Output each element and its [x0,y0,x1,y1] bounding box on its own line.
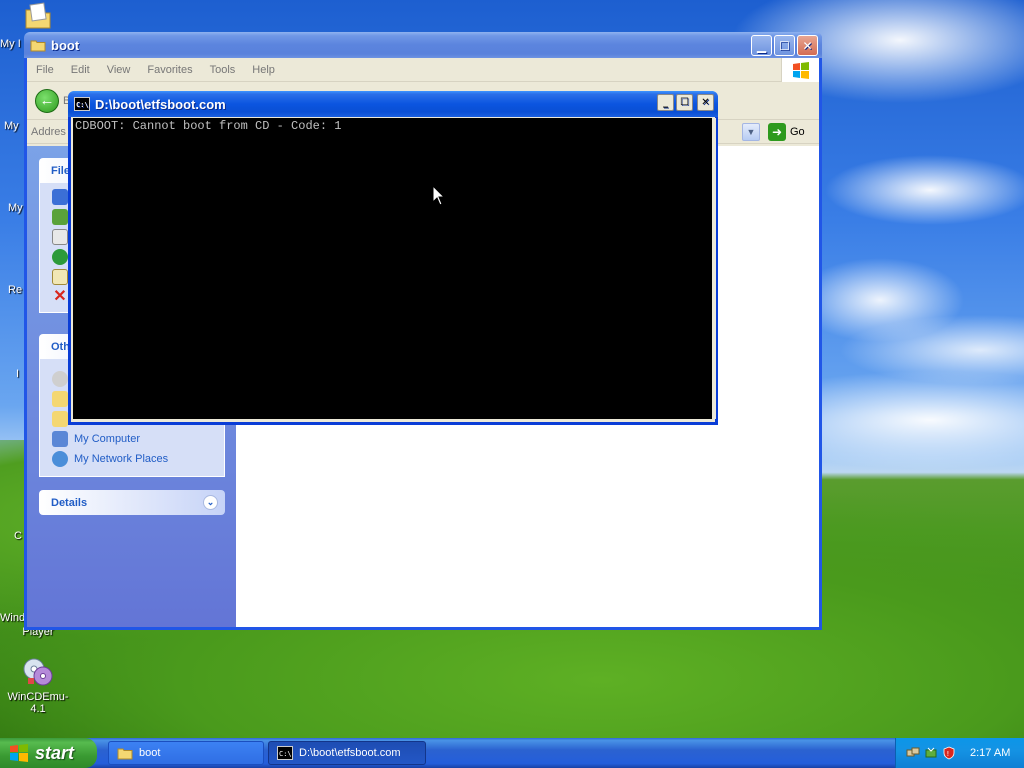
email-icon [52,269,68,285]
folder-icon [117,748,133,760]
my-computer-link[interactable]: My Computer [52,429,212,449]
details-header[interactable]: Details ⌄ [39,490,225,515]
console-titlebar[interactable]: C:\ D:\boot\etfsboot.com _ ☐ ✕ [68,91,718,117]
system-tray: ! 2:17 AM [895,738,1024,768]
maximize-button[interactable]: ☐ [774,35,795,56]
go-arrow-icon: ➜ [768,123,786,141]
chevron-down-icon: ▼ [746,127,756,137]
security-shield-icon[interactable]: ! [942,746,956,760]
maximize-icon: ☐ [680,97,689,108]
console-minimize-button[interactable]: _ [657,94,674,111]
svg-text:C:\: C:\ [279,750,292,758]
taskbar: start boot C:\ D:\boot\etfsboot.com ! 2:… [0,738,1024,768]
console-title: D:\boot\etfsboot.com [95,96,226,112]
explorer-titlebar[interactable]: boot ▁ ☐ ✕ [24,32,822,58]
explorer-menubar: File Edit View Favorites Tools Help [27,58,819,82]
svg-text:!: ! [947,750,950,758]
desktop-icon-wincdemu-label: WinCDEmu-4.1 [7,691,69,715]
desktop-icon-wincdemu[interactable]: WinCDEmu-4.1 [0,656,76,715]
folder-icon [52,411,68,427]
my-documents-icon [22,0,54,32]
windows-logo-icon [781,58,819,82]
rename-icon [52,189,68,205]
menu-favorites[interactable]: Favorites [147,64,192,76]
explorer-title: boot [51,37,80,53]
expand-chevron-icon[interactable]: ⌄ [203,495,218,510]
my-network-places-link[interactable]: My Network Places [52,449,212,469]
address-dropdown-button[interactable]: ▼ [742,123,760,141]
folder-icon [30,40,46,52]
desktop-icon-label-7[interactable]: Wind [0,612,26,624]
svg-text:C:\: C:\ [76,101,89,109]
close-icon: ✕ [802,38,813,53]
delete-icon: ✕ [53,288,67,305]
start-label: start [35,742,75,763]
console-window[interactable]: C:\ D:\boot\etfsboot.com _ ☐ ✕ CDBOOT: C… [68,91,718,425]
address-label: Addres [31,125,66,138]
publish-web-icon [52,249,68,265]
console-maximize-button[interactable]: ☐ [676,94,693,111]
console-border [712,118,716,419]
command-prompt-icon: C:\ [74,97,90,111]
folder-icon [52,391,68,407]
menu-help[interactable]: Help [252,64,275,76]
menu-file[interactable]: File [36,64,54,76]
network-places-icon [52,451,68,467]
taskbar-item-boot[interactable]: boot [108,741,264,765]
menu-view[interactable]: View [107,64,131,76]
go-button[interactable]: ➜ Go [768,123,805,141]
minimize-icon: _ [663,97,668,108]
back-button[interactable]: ← [35,88,59,113]
details-panel: Details ⌄ [39,490,225,515]
wincdemu-icon [22,656,54,688]
drive-icon [52,371,68,387]
desktop-icon-label-2[interactable]: My [4,120,26,132]
start-button[interactable]: start [0,738,97,768]
console-close-button[interactable]: ✕ [697,94,714,111]
close-icon: ✕ [701,97,710,108]
close-button[interactable]: ✕ [797,35,818,56]
back-arrow-icon: ← [39,92,55,109]
minimize-button[interactable]: ▁ [751,35,772,56]
clock[interactable]: 2:17 AM [970,747,1010,759]
menu-edit[interactable]: Edit [71,64,90,76]
go-label: Go [790,126,805,138]
menu-tools[interactable]: Tools [210,64,236,76]
desktop-icon-label-1[interactable]: My I [0,38,24,50]
desktop-icon-my-documents[interactable] [0,0,76,35]
move-icon [52,209,68,225]
maximize-icon: ☐ [779,38,790,53]
my-computer-icon [52,431,68,447]
console-output: CDBOOT: Cannot boot from CD - Code: 1 [75,119,342,133]
network-icon[interactable] [906,746,920,760]
taskbar-item-console[interactable]: C:\ D:\boot\etfsboot.com [268,741,426,765]
windows-logo-icon [10,744,28,762]
minimize-icon: ▁ [756,38,767,53]
command-prompt-icon: C:\ [277,746,293,760]
safely-remove-icon[interactable] [924,746,938,760]
console-screen[interactable]: CDBOOT: Cannot boot from CD - Code: 1 [73,118,713,419]
copy-icon [52,229,68,245]
